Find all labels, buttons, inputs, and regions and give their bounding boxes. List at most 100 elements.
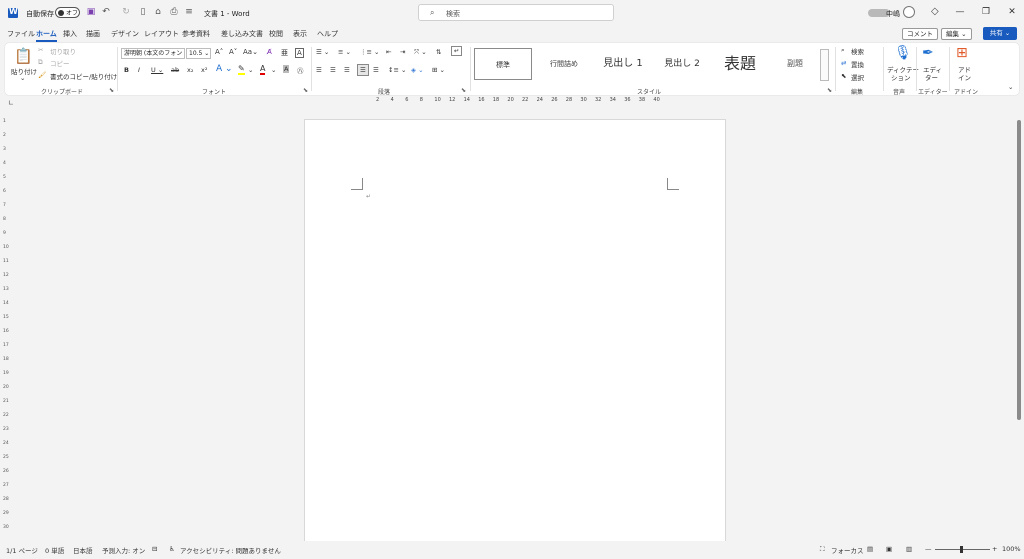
align-left-icon[interactable]: ☰	[316, 66, 322, 74]
word-count[interactable]: 0 単語	[45, 545, 64, 555]
font-color-icon[interactable]: A	[260, 65, 266, 75]
comments-button[interactable]: コメント	[902, 28, 938, 40]
paragraph-launcher-icon[interactable]: ⬊	[461, 87, 466, 94]
format-painter-label[interactable]: 書式のコピー/貼り付け	[50, 71, 117, 81]
multilevel-list-icon[interactable]: ⋮≡ ⌄	[360, 48, 379, 56]
web-layout-icon[interactable]: ▥	[906, 545, 912, 553]
font-color-dropdown-icon[interactable]: ⌄	[271, 66, 276, 74]
decrease-indent-icon[interactable]: ⇤	[386, 48, 391, 56]
cut-label[interactable]: 切り取り	[50, 46, 76, 56]
underline-icon[interactable]: U ⌄	[151, 66, 163, 74]
find-label[interactable]: 検索	[851, 46, 864, 56]
replace-icon[interactable]: ⇄	[841, 59, 846, 67]
customize-toolbar-icon[interactable]: ≡	[184, 7, 194, 17]
vertical-ruler[interactable]: 1 2 3 4 5 6 7 8 9 10 11 12 13 14 15 16 17 18 19 20 21 22 23 24 2…	[3, 119, 11, 549]
tab-file[interactable]: ファイル	[7, 29, 35, 39]
zoom-in-icon[interactable]: +	[992, 545, 997, 553]
close-button[interactable]: ✕	[1005, 5, 1019, 19]
tab-mailings[interactable]: 差し込み文書	[221, 29, 263, 39]
styles-launcher-icon[interactable]: ⬊	[827, 87, 832, 94]
numbering-icon[interactable]: ≡ ⌄	[338, 48, 351, 56]
grow-font-icon[interactable]: A˄	[215, 48, 223, 56]
tab-references[interactable]: 参考資料	[182, 29, 210, 39]
tab-insert[interactable]: 挿入	[63, 29, 77, 39]
line-spacing-icon[interactable]: ↕≡ ⌄	[388, 66, 406, 74]
format-painter-icon[interactable]: 🖌	[38, 71, 46, 79]
paste-icon[interactable]: 📋	[14, 47, 33, 65]
read-mode-icon[interactable]: ▤	[867, 545, 873, 553]
clear-formatting-icon[interactable]: A̸	[267, 48, 272, 56]
editing-mode-button[interactable]: 編集 ⌄	[941, 28, 972, 40]
character-shading-icon[interactable]: A	[283, 65, 290, 73]
cut-icon[interactable]: ✂	[38, 46, 43, 54]
change-case-button[interactable]: Aa⌄	[243, 48, 258, 56]
select-icon[interactable]: ⬉	[841, 72, 846, 80]
highlight-dropdown-icon[interactable]: ⌄	[248, 66, 253, 74]
ime-status[interactable]: 予測入力: オン	[102, 545, 145, 555]
macro-icon[interactable]: ⊟	[152, 545, 157, 553]
show-paragraph-marks-icon[interactable]: ↵	[451, 46, 463, 56]
addins-icon[interactable]: ⊞	[956, 45, 968, 61]
vertical-scrollbar[interactable]	[1014, 110, 1024, 541]
tab-selector-icon[interactable]: ∟	[8, 99, 14, 107]
undo-icon[interactable]: ↶	[101, 7, 111, 17]
tab-help[interactable]: ヘルプ	[317, 29, 338, 39]
superscript-icon[interactable]: x²	[201, 66, 207, 74]
font-size-select[interactable]: 10.5 ⌄	[186, 48, 211, 59]
redo-icon[interactable]: ↻	[121, 7, 131, 17]
tab-design[interactable]: デザイン	[111, 29, 139, 39]
subscript-icon[interactable]: x₂	[187, 66, 193, 74]
editor-icon[interactable]: ✒	[922, 45, 934, 61]
collapse-ribbon-icon[interactable]: ⌄	[1008, 83, 1013, 91]
phonetic-guide-icon[interactable]: 亜	[281, 48, 288, 58]
select-label[interactable]: 選択	[851, 72, 864, 82]
print-preview-icon[interactable]: ⎙	[169, 7, 179, 17]
copy-icon[interactable]: ⧉	[38, 58, 43, 67]
search-box[interactable]: ⌕ 検索	[418, 4, 614, 21]
dictate-icon[interactable]: 🎙	[894, 45, 912, 61]
distributed-icon[interactable]: ☰	[373, 66, 379, 74]
tab-layout[interactable]: レイアウト	[144, 29, 179, 39]
zoom-level[interactable]: 100%	[1002, 545, 1021, 553]
print-layout-icon[interactable]: ▣	[886, 545, 892, 553]
bullets-icon[interactable]: ☰ ⌄	[316, 48, 329, 56]
restore-button[interactable]: ❐	[979, 5, 993, 19]
borders-icon[interactable]: ⊞ ⌄	[432, 66, 445, 74]
share-button[interactable]: 共有 ⌄	[983, 27, 1017, 40]
document-page[interactable]: ↵	[304, 119, 726, 547]
page-count[interactable]: 1/1 ページ	[6, 545, 38, 555]
italic-icon[interactable]: I	[138, 66, 140, 74]
scrollbar-thumb[interactable]	[1017, 120, 1021, 420]
tab-home[interactable]: ホーム	[36, 29, 57, 42]
replace-label[interactable]: 置換	[851, 59, 864, 69]
style-heading-1[interactable]: 見出し 1	[594, 48, 652, 80]
align-center-icon[interactable]: ☰	[330, 66, 336, 74]
bold-icon[interactable]: B	[124, 66, 129, 74]
tab-draw[interactable]: 描画	[86, 29, 100, 39]
open-folder-icon[interactable]: ⌂	[153, 7, 163, 17]
style-heading-2[interactable]: 見出し 2	[653, 48, 711, 80]
character-border-icon[interactable]: A	[295, 48, 304, 58]
new-document-icon[interactable]: ▯	[138, 7, 148, 17]
text-effects-icon[interactable]: A ⌄	[216, 64, 233, 74]
tab-review[interactable]: 校閲	[269, 29, 283, 39]
tab-view[interactable]: 表示	[293, 29, 307, 39]
shading-icon[interactable]: ◈ ⌄	[411, 66, 424, 74]
text-direction-icon[interactable]: ⤧ ⌄	[414, 48, 427, 57]
horizontal-ruler[interactable]: 2 4 6 8 10 12 14 16 18 20 22 24 26 28 30 32 34 36 38 40	[362, 96, 666, 106]
style-no-spacing[interactable]: 行間詰め	[535, 48, 593, 80]
editor-label-2[interactable]: ター	[925, 72, 938, 82]
style-title[interactable]: 表題	[711, 48, 769, 80]
focus-icon[interactable]: ⛶	[820, 545, 825, 554]
avatar[interactable]	[903, 6, 915, 18]
focus-label[interactable]: フォーカス	[831, 545, 864, 555]
user-name[interactable]: 中嶋	[886, 9, 900, 19]
enclose-characters-icon[interactable]: ㊇	[297, 65, 304, 75]
sort-icon[interactable]: ⇅	[436, 48, 441, 56]
justify-icon[interactable]: ☰	[357, 64, 369, 76]
style-subtitle[interactable]: 副題	[770, 48, 820, 80]
minimize-button[interactable]: —	[953, 5, 967, 19]
style-normal[interactable]: 標準	[474, 48, 532, 80]
styles-gallery-scroll[interactable]	[820, 49, 829, 81]
autosave-toggle[interactable]: オフ	[55, 7, 80, 18]
